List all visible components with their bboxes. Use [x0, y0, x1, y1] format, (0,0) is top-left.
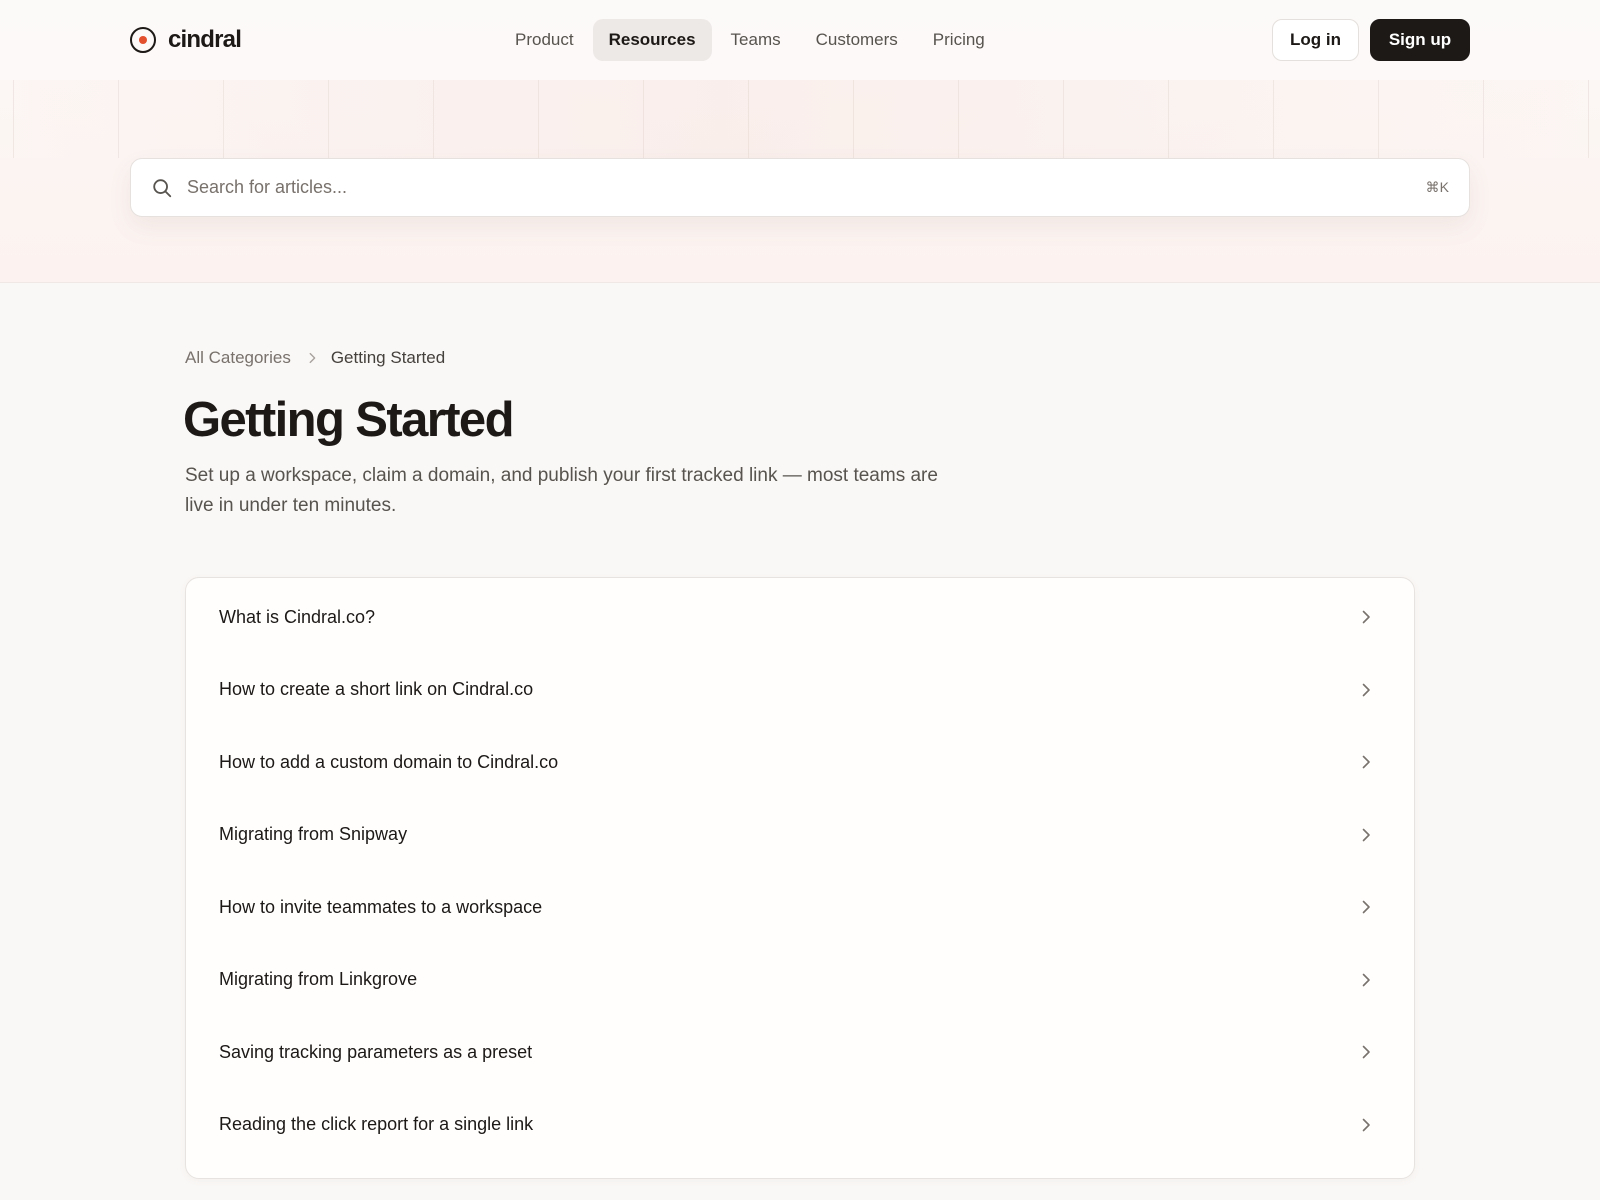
top-nav: cindral Product Resources Teams Customer…: [0, 0, 1600, 80]
article-row[interactable]: How to add a custom domain to Cindral.co: [186, 726, 1414, 799]
signup-button[interactable]: Sign up: [1370, 19, 1470, 61]
chevron-right-icon: [1362, 1118, 1370, 1132]
article-title: Migrating from Snipway: [219, 824, 408, 845]
breadcrumb-current: Getting Started: [330, 348, 446, 367]
page-title: Getting Started: [183, 393, 515, 447]
article-title: How to add a custom domain to Cindral.co: [219, 751, 559, 772]
logo-ring-icon: [130, 27, 156, 53]
nav-resources[interactable]: Resources: [592, 19, 712, 61]
nav-product[interactable]: Product: [499, 19, 590, 61]
article-row[interactable]: What is Cindral.co?: [186, 581, 1414, 654]
brand-name: cindral: [168, 26, 242, 53]
article-title: Saving tracking parameters as a preset: [219, 1041, 533, 1062]
article-row[interactable]: Reading the click report for a single li…: [186, 1089, 1414, 1162]
chevron-right-icon: [1362, 755, 1370, 769]
main-menu: Product Resources Teams Customers Pricin…: [499, 19, 1004, 61]
breadcrumb: All Categories Getting Started: [185, 348, 445, 368]
article-row[interactable]: Migrating from Snipway: [186, 799, 1414, 872]
article-row[interactable]: Saving tracking parameters as a preset: [186, 1016, 1414, 1089]
chevron-right-icon: [1362, 610, 1370, 624]
nav-teams[interactable]: Teams: [715, 19, 797, 61]
search-bar[interactable]: ⌘K: [130, 158, 1470, 217]
nav-pricing[interactable]: Pricing: [917, 19, 1001, 61]
nav-customers[interactable]: Customers: [800, 19, 914, 61]
article-title: How to create a short link on Cindral.co: [219, 679, 534, 700]
article-title: How to invite teammates to a workspace: [219, 896, 543, 917]
brand-logo[interactable]: cindral: [130, 24, 242, 56]
article-row[interactable]: Migrating from Linkgrove: [186, 944, 1414, 1017]
article-title: Migrating from Linkgrove: [219, 969, 418, 990]
chevron-right-icon: [1362, 973, 1370, 987]
article-list: What is Cindral.co? How to create a shor…: [185, 577, 1415, 1179]
article-row[interactable]: How to invite teammates to a workspace: [186, 871, 1414, 944]
article-title: Reading the click report for a single li…: [219, 1114, 534, 1135]
chevron-right-icon: [1362, 828, 1370, 842]
chevron-right-icon: [1362, 900, 1370, 914]
article-row[interactable]: How to create a short link on Cindral.co: [186, 654, 1414, 727]
keyboard-shortcut-hint: ⌘K: [1425, 179, 1449, 195]
article-title: What is Cindral.co?: [219, 606, 376, 627]
decorative-grid: [0, 80, 1600, 158]
hero-header: cindral Product Resources Teams Customer…: [0, 0, 1600, 283]
login-button[interactable]: Log in: [1272, 19, 1359, 61]
page-description: Set up a workspace, claim a domain, and …: [185, 465, 938, 516]
chevron-right-icon: [1362, 1045, 1370, 1059]
search-input[interactable]: [187, 159, 1367, 216]
chevron-right-icon: [309, 352, 316, 364]
chevron-right-icon: [1362, 683, 1370, 697]
breadcrumb-all-categories[interactable]: All Categories: [185, 348, 291, 368]
search-icon: [153, 179, 172, 198]
